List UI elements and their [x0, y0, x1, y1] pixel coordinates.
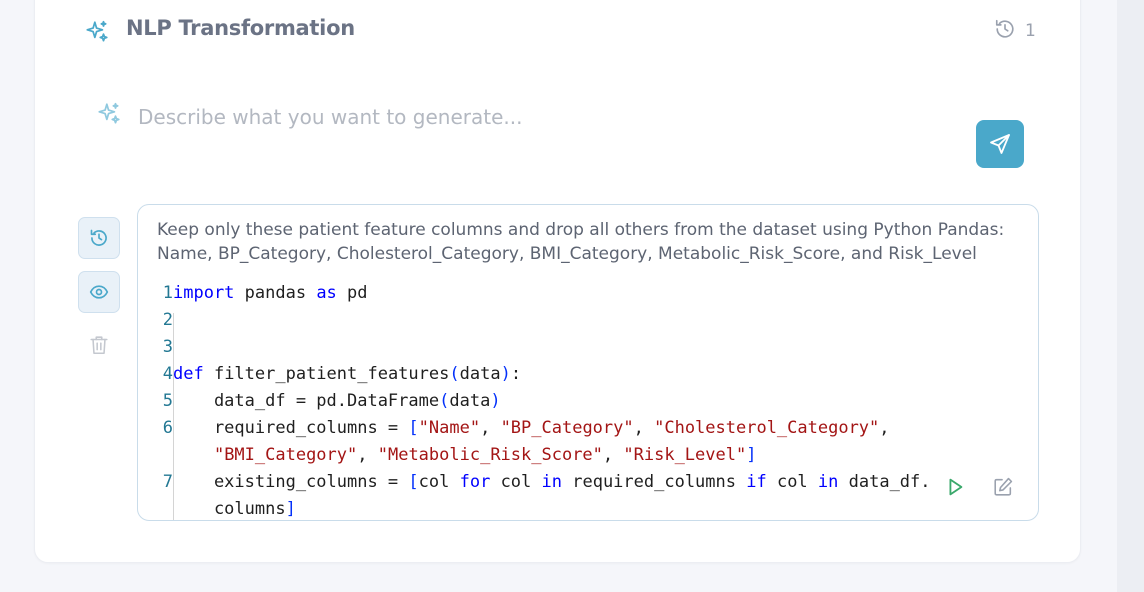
code-line: 5 data_df = pd.DataFrame(data): [138, 388, 1038, 415]
line-number: 3: [162, 337, 173, 357]
code-editor[interactable]: 1 import pandas as pd 2 3 4 def filter_p…: [138, 280, 1038, 520]
run-code-button[interactable]: [944, 476, 966, 498]
trash-icon: [88, 333, 110, 357]
history-icon: [89, 228, 109, 248]
code-line: 1 import pandas as pd: [138, 280, 1038, 307]
code-line: "BMI_Category", "Metabolic_Risk_Score", …: [138, 442, 1038, 469]
panel-title: NLP Transformation: [126, 16, 355, 40]
line-number: 4: [162, 364, 173, 384]
history-count: 1: [1025, 21, 1036, 41]
send-icon: [988, 132, 1012, 156]
code-text: "BMI_Category", "Metabolic_Risk_Score", …: [213, 445, 757, 465]
entry-description: Keep only these patient feature columns …: [157, 220, 1005, 264]
code-line: 6 required_columns = ["Name", "BP_Catego…: [138, 415, 1038, 442]
line-number: 5: [162, 391, 173, 411]
delete-entry-button[interactable]: [86, 331, 112, 359]
code-text: import pandas as pd: [173, 283, 368, 303]
code-text: data_df = pd.DataFrame(data): [173, 391, 501, 411]
code-text: columns]: [173, 499, 296, 519]
scroll-gutter: [1117, 0, 1144, 592]
sparkles-icon: [96, 101, 122, 127]
history-indicator[interactable]: 1: [994, 19, 1036, 43]
line-number: [138, 496, 173, 520]
code-text: def filter_patient_features(data):: [173, 364, 522, 384]
line-number: 2: [162, 310, 173, 330]
line-number: [138, 442, 173, 469]
send-button[interactable]: [976, 120, 1024, 168]
line-number: 7: [162, 472, 173, 492]
page: NLP Transformation 1 Describe what you w…: [0, 0, 1144, 592]
code-line: 4 def filter_patient_features(data):: [138, 361, 1038, 388]
code-line: 2: [138, 307, 1038, 334]
code-line: 7 existing_columns = [col for col in req…: [138, 469, 1038, 496]
history-icon: [994, 18, 1016, 44]
edit-code-button[interactable]: [992, 476, 1014, 498]
sparkles-icon: [84, 19, 110, 45]
line-number: 6: [162, 418, 173, 438]
edit-icon: [992, 476, 1014, 498]
restore-entry-button[interactable]: [78, 217, 120, 259]
view-entry-button[interactable]: [78, 271, 120, 313]
play-icon: [944, 476, 966, 498]
generated-code-card: Keep only these patient feature columns …: [137, 204, 1039, 521]
code-line: 3: [138, 334, 1038, 361]
eye-icon: [89, 282, 109, 302]
prompt-input[interactable]: [138, 100, 958, 134]
code-text: required_columns = ["Name", "BP_Category…: [173, 418, 890, 438]
code-line: columns]: [138, 496, 1038, 520]
line-number: 1: [162, 283, 173, 303]
code-text: existing_columns = [col for col in requi…: [173, 472, 931, 492]
